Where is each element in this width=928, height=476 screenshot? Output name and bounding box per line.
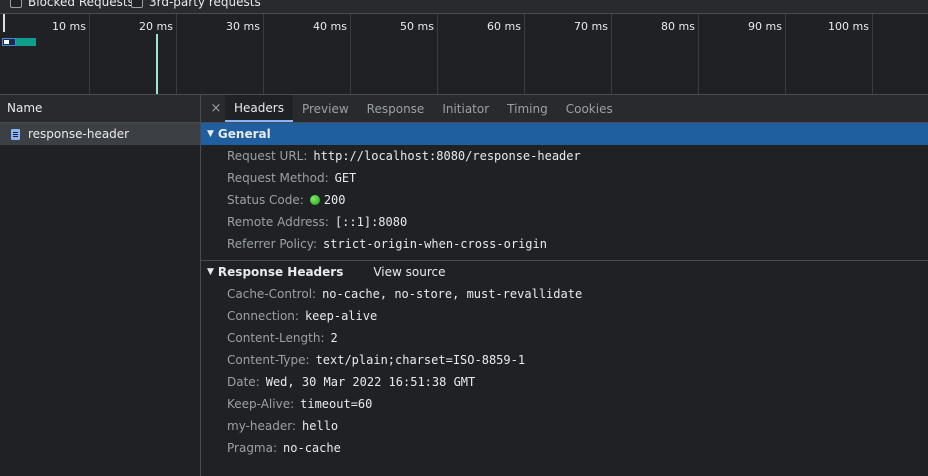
tab-cookies[interactable]: Cookies bbox=[557, 95, 622, 122]
timeline-tick-label: 1 bbox=[896, 20, 928, 33]
header-row: Status Code: 200 bbox=[201, 189, 928, 211]
blocked-requests-label: Blocked Requests bbox=[28, 0, 134, 9]
header-value: [::1]:8080 bbox=[334, 215, 408, 229]
timeline-tick-label: 10 ms bbox=[52, 20, 86, 33]
timeline-tick-label: 70 ms bbox=[574, 20, 608, 33]
timeline-tick-label: 30 ms bbox=[226, 20, 260, 33]
timeline-grid-line bbox=[437, 14, 438, 94]
timeline-grid-line bbox=[872, 14, 873, 94]
header-value: strict-origin-when-cross-origin bbox=[323, 237, 547, 251]
request-download-bar bbox=[16, 38, 36, 46]
header-key: Content-Type: bbox=[227, 353, 310, 367]
header-value: 2 bbox=[330, 331, 338, 345]
overview-start-handle[interactable] bbox=[3, 14, 5, 32]
header-key: Connection: bbox=[227, 309, 299, 323]
header-value: hello bbox=[302, 419, 339, 433]
tab-timing[interactable]: Timing bbox=[498, 95, 557, 122]
name-column-label: Name bbox=[7, 101, 43, 115]
blocked-requests-checkbox[interactable] bbox=[10, 0, 22, 8]
detail-tabs: × Headers Preview Response Initiator Tim… bbox=[201, 95, 928, 123]
tab-initiator[interactable]: Initiator bbox=[433, 95, 498, 122]
header-row: Request Method: GET bbox=[201, 167, 928, 189]
timeline-tick-label: 100 ms bbox=[828, 20, 869, 33]
header-row: Remote Address: [::1]:8080 bbox=[201, 211, 928, 233]
header-key: Status Code: bbox=[227, 193, 304, 207]
load-event-line bbox=[156, 34, 158, 94]
header-value: no-cache, no-store, must-revallidate bbox=[322, 287, 583, 301]
header-value: http://localhost:8080/response-header bbox=[313, 149, 581, 163]
tab-response[interactable]: Response bbox=[358, 95, 434, 122]
header-value: GET bbox=[334, 171, 357, 185]
response-headers-title: Response Headers bbox=[217, 265, 344, 279]
blocked-requests-filter[interactable]: Blocked Requests bbox=[10, 0, 134, 9]
third-party-checkbox[interactable] bbox=[131, 0, 143, 8]
tab-headers[interactable]: Headers bbox=[225, 95, 293, 122]
request-queued-bar bbox=[4, 40, 9, 44]
request-detail-pane: × Headers Preview Response Initiator Tim… bbox=[201, 95, 928, 476]
expand-triangle-icon: ▼ bbox=[207, 129, 214, 139]
header-key: Date: bbox=[227, 375, 260, 389]
timeline-grid-line bbox=[785, 14, 786, 94]
general-section-header[interactable]: ▼ General bbox=[201, 123, 928, 145]
header-row: Content-Length: 2 bbox=[201, 327, 928, 349]
filter-bar: Blocked Requests 3rd-party requests bbox=[0, 0, 928, 14]
header-key: my-header: bbox=[227, 419, 297, 433]
timeline-grid-line bbox=[350, 14, 351, 94]
timeline-grid-line bbox=[263, 14, 264, 94]
document-icon bbox=[11, 128, 20, 140]
header-key: Request Method: bbox=[227, 171, 329, 185]
header-key: Referrer Policy: bbox=[227, 237, 317, 251]
header-row: Keep-Alive: timeout=60 bbox=[201, 393, 928, 415]
header-row: Connection: keep-alive bbox=[201, 305, 928, 327]
header-key: Pragma: bbox=[227, 441, 278, 455]
header-row: Content-Type: text/plain;charset=ISO-885… bbox=[201, 349, 928, 371]
timeline-grid-line bbox=[698, 14, 699, 94]
timeline-tick-label: 20 ms bbox=[139, 20, 173, 33]
view-source-link[interactable]: View source bbox=[373, 265, 445, 279]
header-row: Pragma: no-cache bbox=[201, 437, 928, 459]
header-key: Request URL: bbox=[227, 149, 308, 163]
header-value: text/plain;charset=ISO-8859-1 bbox=[315, 353, 526, 367]
timeline-tick-label: 60 ms bbox=[487, 20, 521, 33]
header-key: Remote Address: bbox=[227, 215, 329, 229]
name-column-header[interactable]: Name bbox=[0, 95, 200, 123]
general-section-title: General bbox=[217, 127, 271, 141]
header-row: Referrer Policy: strict-origin-when-cros… bbox=[201, 233, 928, 255]
timeline-tick-label: 90 ms bbox=[748, 20, 782, 33]
request-list: Name response-header bbox=[0, 95, 201, 476]
header-value: no-cache bbox=[283, 441, 341, 455]
third-party-filter[interactable]: 3rd-party requests bbox=[131, 0, 261, 9]
header-key: Cache-Control: bbox=[227, 287, 317, 301]
response-headers-section-header[interactable]: ▼ Response Headers View source bbox=[201, 260, 928, 283]
header-row: Request URL: http://localhost:8080/respo… bbox=[201, 145, 928, 167]
header-row: Cache-Control: no-cache, no-store, must-… bbox=[201, 283, 928, 305]
header-value: keep-alive bbox=[304, 309, 378, 323]
tab-preview[interactable]: Preview bbox=[293, 95, 358, 122]
header-key: Content-Length: bbox=[227, 331, 325, 345]
timeline-tick-label: 40 ms bbox=[313, 20, 347, 33]
close-detail-icon[interactable]: × bbox=[207, 95, 225, 122]
third-party-label: 3rd-party requests bbox=[149, 0, 261, 9]
timeline-tick-label: 50 ms bbox=[400, 20, 434, 33]
timeline-grid-line bbox=[524, 14, 525, 94]
request-row[interactable]: response-header bbox=[0, 123, 200, 145]
network-overview[interactable]: 10 ms 20 ms 30 ms 40 ms 50 ms 60 ms 70 ms 80 ms… bbox=[0, 14, 928, 95]
header-row: Date: Wed, 30 Mar 2022 16:51:38 GMT bbox=[201, 371, 928, 393]
header-row: my-header: hello bbox=[201, 415, 928, 437]
header-key: Keep-Alive: bbox=[227, 397, 295, 411]
timeline-grid-line bbox=[176, 14, 177, 94]
timeline-grid-line bbox=[611, 14, 612, 94]
timeline-grid-line bbox=[89, 14, 90, 94]
header-value: timeout=60 bbox=[300, 397, 373, 411]
header-value: 200 bbox=[323, 193, 346, 207]
timeline-tick-label: 80 ms bbox=[661, 20, 695, 33]
status-ok-icon bbox=[309, 195, 320, 205]
header-value: Wed, 30 Mar 2022 16:51:38 GMT bbox=[265, 375, 476, 389]
expand-triangle-icon: ▼ bbox=[207, 267, 214, 277]
request-name: response-header bbox=[28, 127, 130, 141]
